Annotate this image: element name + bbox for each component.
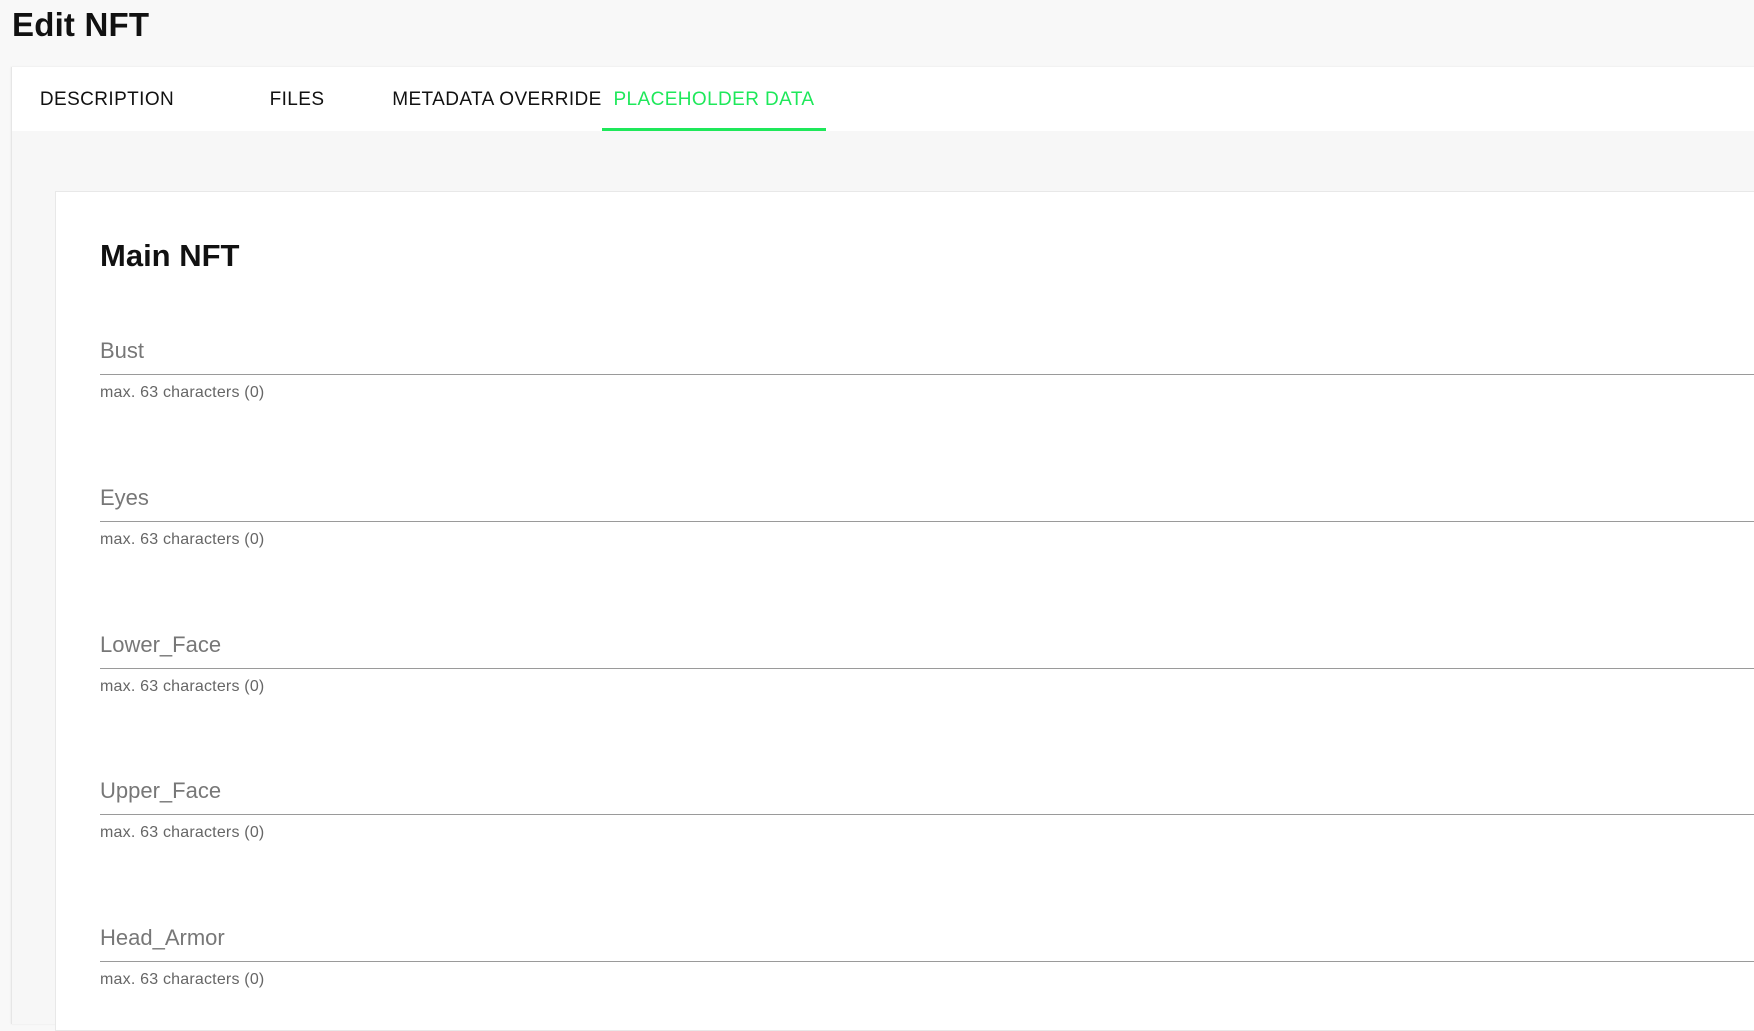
edit-panel: DESCRIPTION FILES METADATA OVERRIDE PLAC…: [11, 67, 1754, 1031]
tab-bar: DESCRIPTION FILES METADATA OVERRIDE PLAC…: [12, 67, 1754, 131]
upper-face-input[interactable]: [100, 763, 1754, 815]
tab-files[interactable]: FILES: [238, 67, 356, 131]
field-lower-face: max. 63 characters (0): [100, 617, 1754, 717]
character-count-hint: max. 63 characters (0): [100, 678, 265, 695]
section-title: Main NFT: [100, 238, 240, 273]
field-eyes: max. 63 characters (0): [100, 470, 1754, 570]
main-nft-card: Main NFT max. 63 characters (0) max. 63 …: [55, 191, 1754, 1031]
character-count-hint: max. 63 characters (0): [100, 971, 265, 988]
lower-face-input[interactable]: [100, 617, 1754, 669]
tab-metadata-override[interactable]: METADATA OVERRIDE: [392, 67, 602, 131]
character-count-hint: max. 63 characters (0): [100, 824, 265, 841]
field-bust: max. 63 characters (0): [100, 323, 1754, 423]
field-head-armor: max. 63 characters (0): [100, 910, 1754, 1010]
page-title: Edit NFT: [12, 6, 150, 43]
eyes-input[interactable]: [100, 470, 1754, 522]
bust-input[interactable]: [100, 323, 1754, 375]
tab-placeholder-data[interactable]: PLACEHOLDER DATA: [602, 67, 826, 131]
head-armor-input[interactable]: [100, 910, 1754, 962]
field-upper-face: max. 63 characters (0): [100, 763, 1754, 863]
character-count-hint: max. 63 characters (0): [100, 531, 265, 548]
character-count-hint: max. 63 characters (0): [100, 384, 265, 401]
tab-description[interactable]: DESCRIPTION: [12, 67, 202, 131]
